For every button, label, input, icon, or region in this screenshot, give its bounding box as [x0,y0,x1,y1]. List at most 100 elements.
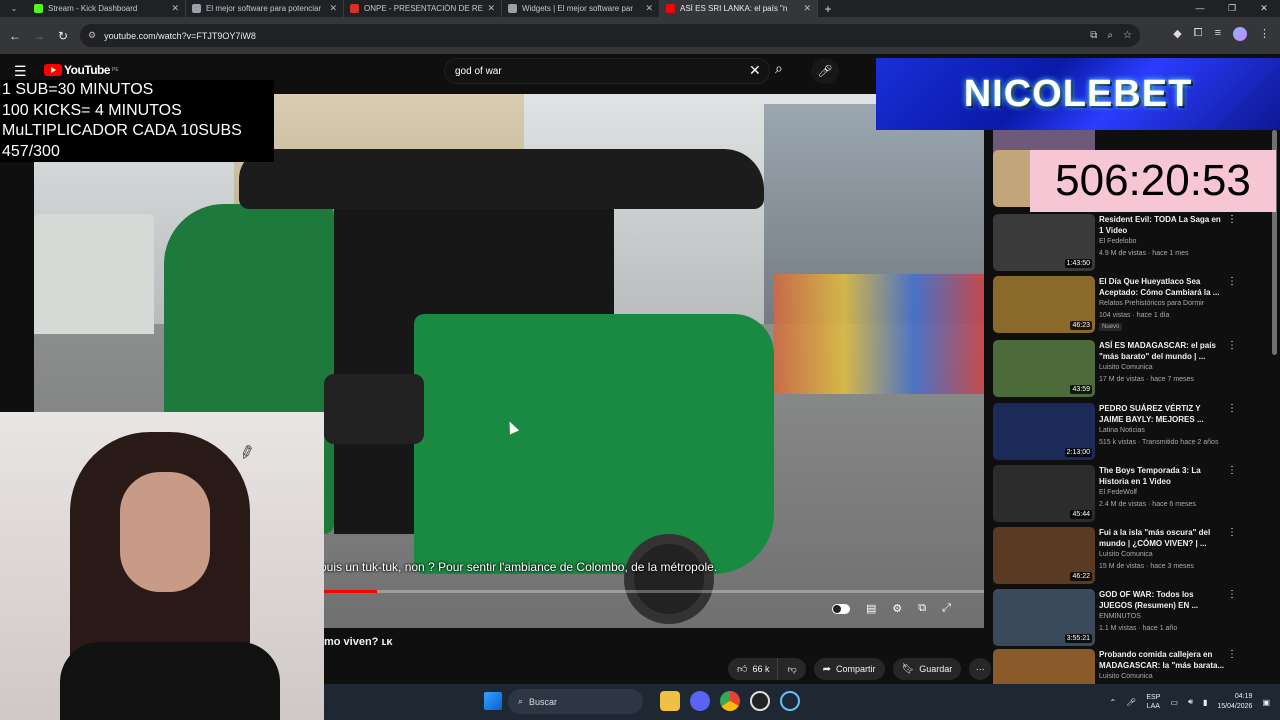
search-input[interactable]: god of war [444,58,770,84]
tab-close-icon[interactable]: ✕ [171,3,179,14]
recommendation-menu-icon[interactable]: ⋮ [1227,589,1237,600]
recommendation-item[interactable]: 1:43:50 Resident Evil: TODA La Saga en 1 … [993,214,1253,272]
recommendation-title[interactable]: Resident Evil: TODA La Saga en 1 Video [1099,214,1225,236]
reload-icon[interactable]: ↻ [51,29,75,43]
zoom-icon[interactable]: ⌕ [1107,30,1113,41]
video-progress-bar[interactable] [324,590,984,593]
site-info-icon[interactable]: ⚙ [88,30,96,41]
obs-icon[interactable] [750,691,770,711]
recommendation-thumbnail[interactable]: 1:43:50 [993,214,1095,271]
recommendation-title[interactable]: El Día Que Hueyatlaco Sea Aceptado: Cómo… [1099,276,1225,298]
recommendation-item[interactable]: 45:44 The Boys Temporada 3: La Historia e… [993,465,1253,523]
file-explorer-icon[interactable] [660,691,680,711]
profile-avatar[interactable] [1233,27,1247,41]
forward-icon[interactable]: → [27,29,51,43]
recommendation-menu-icon[interactable]: ⋮ [1227,403,1237,414]
recommendation-title[interactable]: Fui a la isla "más oscura" del mundo | ¿… [1099,527,1225,549]
browser-tab[interactable]: Widgets | El mejor software par ✕ [502,0,660,17]
recommendation-channel[interactable]: El FedeWolf [1099,489,1137,496]
miniplayer-icon[interactable]: ⧉ [918,602,926,615]
recommendation-menu-icon[interactable]: ⋮ [1227,276,1237,287]
recommendation-thumbnail[interactable]: 46:23 [993,276,1095,333]
recommendation-thumbnail[interactable]: 46:22 [993,527,1095,584]
recommendation-item[interactable]: 3:55:21 GOD OF WAR: Todos los JUEGOS (Res… [993,589,1253,647]
tab-close-icon[interactable]: ✕ [803,3,811,14]
recommendation-channel[interactable]: Luisito Comunica [1099,551,1153,558]
puzzle-icon[interactable]: ⧠ [1194,27,1203,41]
recommendation-channel[interactable]: Latina Noticias [1099,427,1145,434]
tab-close-icon[interactable]: ✕ [329,3,337,14]
captions-icon[interactable]: ▤ [866,602,876,615]
taskbar-search-input[interactable]: ⌕ Buscar [508,689,643,714]
recommendation-item[interactable]: 43:59 ASÍ ES MADAGASCAR: el país "más bar… [993,340,1253,398]
recommendation-item[interactable]: 46:23 El Día Que Hueyatlaco Sea Aceptado:… [993,276,1253,334]
recommendation-title[interactable]: The Boys Temporada 3: La Historia en 1 V… [1099,465,1225,487]
cast-icon[interactable]: ⧉ [1090,30,1097,41]
steam-icon[interactable] [780,691,800,711]
omnibox[interactable]: ⚙ youtube.com/watch?v=FTJT9OY7iW8 ⧉ ⌕ ☆ [80,24,1140,47]
tray-overflow-icon[interactable]: ⌃ [1110,698,1117,707]
recommendation-channel[interactable]: Relatos Prehistóricos para Dormir [1099,300,1204,307]
minimize-icon[interactable]: — [1184,0,1216,17]
dislike-button[interactable]: 👎︎ [777,658,806,680]
url-text[interactable]: youtube.com/watch?v=FTJT9OY7iW8 [104,31,256,41]
recommendation-menu-icon[interactable]: ⋮ [1227,465,1237,476]
browser-tab[interactable]: ONPE - PRESENTACIÓN DE RES ✕ [344,0,502,17]
browser-tab[interactable]: El mejor software para potenciar ✕ [186,0,344,17]
volume-icon[interactable]: 🔊︎ [1188,697,1193,707]
recommendation-channel[interactable]: Luisito Comunica [1099,364,1153,371]
recommendation-menu-icon[interactable]: ⋮ [1227,649,1237,660]
chrome-icon[interactable] [720,691,740,711]
recommendation-menu-icon[interactable]: ⋮ [1227,340,1237,351]
discord-icon[interactable] [690,691,710,711]
clock[interactable]: 04:19 15/04/2026 [1217,692,1252,712]
close-window-icon[interactable]: ✕ [1248,0,1280,17]
recommendation-title[interactable]: Probando comida callejera en MADAGASCAR:… [1099,649,1225,671]
autoplay-toggle[interactable] [832,604,850,614]
restore-icon[interactable]: ❐ [1216,0,1248,17]
youtube-logo[interactable]: YouTube PE [44,63,119,77]
language-indicator[interactable]: ESP LAA [1146,693,1160,711]
windows-start-icon[interactable] [484,692,502,710]
recommendation-channel[interactable]: El Fedelobo [1099,238,1136,245]
more-actions-button[interactable]: ⋯ [969,658,992,680]
recommendation-thumbnail[interactable]: 45:44 [993,465,1095,522]
fullscreen-icon[interactable]: ⤢ [942,602,951,615]
recommendation-thumbnail[interactable]: 3:55:21 [993,589,1095,646]
recommendation-thumbnail[interactable]: 43:59 [993,340,1095,397]
recommendation-thumbnail[interactable]: 2:13:00 [993,403,1095,460]
battery-icon[interactable]: ▮ [1203,698,1207,707]
recommendation-menu-icon[interactable]: ⋮ [1227,214,1237,225]
hamburger-menu-icon[interactable]: ☰ [14,63,27,80]
search-icon[interactable]: ⌕ [775,60,783,77]
kebab-menu-icon[interactable]: ⋮ [1259,27,1270,41]
recommendation-title[interactable]: GOD OF WAR: Todos los JUEGOS (Resumen) E… [1099,589,1225,611]
tab-close-icon[interactable]: ✕ [645,3,653,14]
settings-gear-icon[interactable]: ⚙ [892,602,902,615]
save-button[interactable]: 🔖︎ Guardar [892,658,962,680]
share-button[interactable]: ➦ Compartir [813,658,885,680]
recommendation-title[interactable]: ASÍ ES MADAGASCAR: el país "más barato" … [1099,340,1225,362]
network-icon[interactable]: ▭ [1170,698,1178,707]
microphone-icon[interactable]: 🎤︎ [1126,698,1136,707]
extension-icon[interactable]: ◆ [1173,27,1181,41]
recommendation-thumbnail[interactable] [993,649,1095,684]
notifications-icon[interactable]: ▣ [1262,698,1270,707]
tab-close-icon[interactable]: ✕ [487,3,495,14]
tab-search-icon[interactable]: ⌄ [0,4,28,13]
browser-tab[interactable]: Stream - Kick Dashboard ✕ [28,0,186,17]
recommendation-title[interactable]: PEDRO SUÁREZ VÉRTIZ Y JAIME BAYLY: MEJOR… [1099,403,1225,425]
back-icon[interactable]: ← [3,29,27,43]
recommendation-item[interactable]: 46:22 Fui a la isla "más oscura" del mund… [993,527,1253,585]
new-tab-icon[interactable]: + [818,2,838,16]
recommendation-item[interactable]: Probando comida callejera en MADAGASCAR:… [993,649,1253,684]
bookmark-star-icon[interactable]: ☆ [1123,30,1132,41]
recommendation-item[interactable]: 2:13:00 PEDRO SUÁREZ VÉRTIZ Y JAIME BAYLY… [993,403,1253,461]
reading-list-icon[interactable]: ≡ [1215,27,1221,41]
like-button[interactable]: 👍︎ 66 k [728,658,778,680]
clear-search-icon[interactable]: ✕ [749,62,761,79]
recommendation-menu-icon[interactable]: ⋮ [1227,527,1237,538]
browser-tab[interactable]: ASÍ ES SRI LANKA: el país "n ✕ [660,0,818,17]
recommendation-channel[interactable]: Luisito Comunica [1099,673,1153,680]
microphone-icon[interactable]: 🎤︎ [811,58,839,84]
